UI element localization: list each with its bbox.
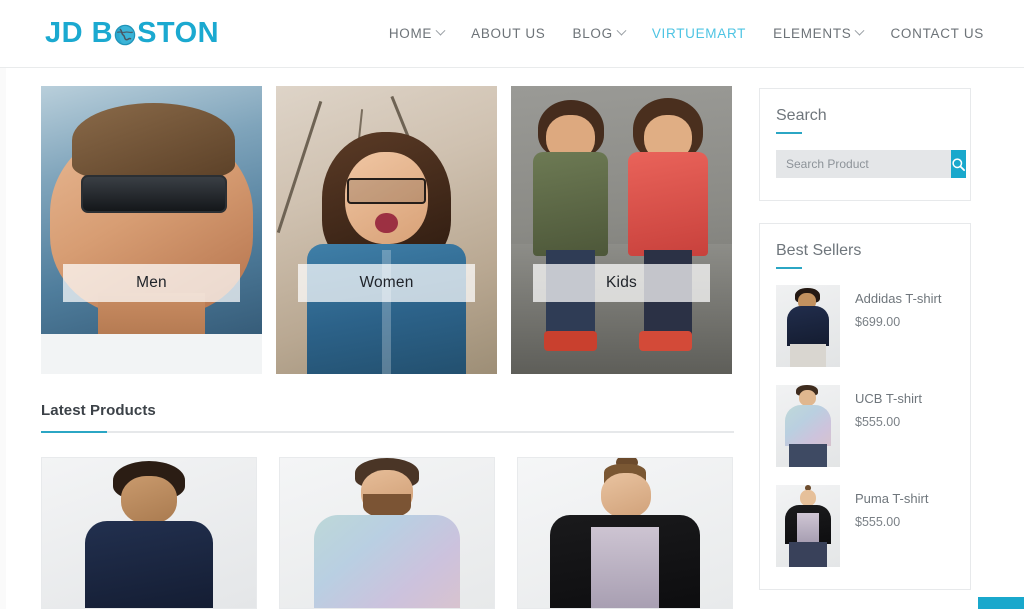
best-seller-info-2: UCB T-shirt $555.00 (855, 385, 922, 429)
category-label-men: Men (136, 274, 167, 291)
product-card-1[interactable] (41, 457, 257, 609)
globe-icon (114, 24, 136, 46)
nav-label-contact-us: CONTACT US (890, 26, 984, 41)
category-banner-row: Men Women Kids (41, 86, 734, 374)
best-seller-thumbnail-3 (776, 485, 840, 567)
nav-item-contact-us[interactable]: CONTACT US (890, 26, 984, 41)
page-layout: Men Women Kids Latest Products Search Se… (0, 68, 1024, 609)
best-seller-price-2: $555.00 (855, 415, 901, 429)
product-1-image (42, 458, 256, 608)
main-navigation: HOME ABOUT US BLOG VIRTUEMART ELEMENTS C… (388, 25, 984, 41)
best-seller-price-3: $555.00 (855, 515, 901, 529)
category-card-women[interactable]: Women (276, 86, 497, 374)
product-2-image (280, 458, 494, 608)
nav-label-home: HOME (388, 26, 433, 41)
latest-products-heading: Latest Products (41, 402, 734, 433)
nav-item-about-us[interactable]: ABOUT US (471, 26, 545, 41)
best-sellers-widget-title: Best Sellers (776, 242, 954, 269)
men-category-photo (41, 86, 262, 374)
best-seller-thumbnail-2 (776, 385, 840, 467)
search-icon (951, 157, 966, 172)
chevron-down-icon (855, 25, 865, 36)
best-seller-item-2[interactable]: UCB T-shirt $555.00 (776, 385, 954, 467)
search-widget-title: Search (776, 107, 954, 134)
search-button[interactable] (951, 150, 966, 178)
main-content: Men Women Kids Latest Products (41, 86, 734, 609)
logo-text-prefix: JD B (45, 17, 114, 49)
left-edge-strip (0, 0, 6, 609)
section-divider (41, 431, 734, 433)
best-seller-item-1[interactable]: Addidas T-shirt $699.00 (776, 285, 954, 367)
nav-label-about-us: ABOUT US (471, 26, 546, 41)
category-label-kids: Kids (606, 274, 637, 291)
site-logo[interactable]: JD B STON (45, 19, 219, 48)
best-seller-name-1: Addidas T-shirt (855, 291, 942, 306)
women-category-photo (276, 86, 497, 374)
category-label-women: Women (359, 274, 414, 291)
best-seller-info-3: Puma T-shirt $555.00 (855, 485, 928, 529)
kids-category-photo (511, 86, 732, 374)
product-card-2[interactable] (279, 457, 495, 609)
nav-item-blog[interactable]: BLOG (572, 25, 627, 41)
category-label-band-women: Women (298, 264, 475, 302)
best-seller-thumbnail-1 (776, 285, 840, 367)
site-header: JD B STON HOME ABOUT US BLOG VIRTUEMART … (0, 0, 1024, 68)
product-card-3[interactable] (517, 457, 733, 609)
nav-label-elements: ELEMENTS (773, 26, 852, 41)
best-sellers-widget: Best Sellers Addidas T-shirt $699.00 UCB… (759, 223, 971, 590)
best-seller-item-3[interactable]: Puma T-shirt $555.00 (776, 485, 954, 567)
page-root: JD B STON HOME ABOUT US BLOG VIRTUEMART … (0, 0, 1024, 609)
latest-products-title: Latest Products (41, 402, 156, 419)
search-form (776, 150, 966, 178)
search-widget: Search (759, 88, 971, 201)
category-card-men[interactable]: Men (41, 86, 262, 374)
chevron-down-icon (435, 25, 446, 36)
search-input[interactable] (776, 150, 951, 178)
nav-item-home[interactable]: HOME (388, 25, 446, 41)
sidebar: Search Best Sellers (759, 86, 971, 609)
best-seller-name-2: UCB T-shirt (855, 391, 922, 406)
category-label-band-men: Men (63, 264, 240, 302)
nav-item-elements[interactable]: ELEMENTS (773, 25, 865, 41)
category-label-band-kids: Kids (533, 264, 710, 302)
nav-label-virtuemart: VIRTUEMART (651, 26, 747, 41)
best-seller-price-1: $699.00 (855, 315, 901, 329)
latest-products-row (41, 457, 734, 609)
category-card-kids[interactable]: Kids (511, 86, 732, 374)
scroll-to-top-button[interactable] (978, 597, 1024, 609)
nav-label-blog: BLOG (572, 26, 613, 41)
chevron-down-icon (616, 25, 627, 36)
best-seller-info-1: Addidas T-shirt $699.00 (855, 285, 941, 329)
best-seller-name-3: Puma T-shirt (855, 491, 929, 506)
logo-text-suffix: STON (137, 17, 220, 49)
product-3-image (518, 458, 732, 608)
nav-item-virtuemart[interactable]: VIRTUEMART (652, 26, 746, 41)
